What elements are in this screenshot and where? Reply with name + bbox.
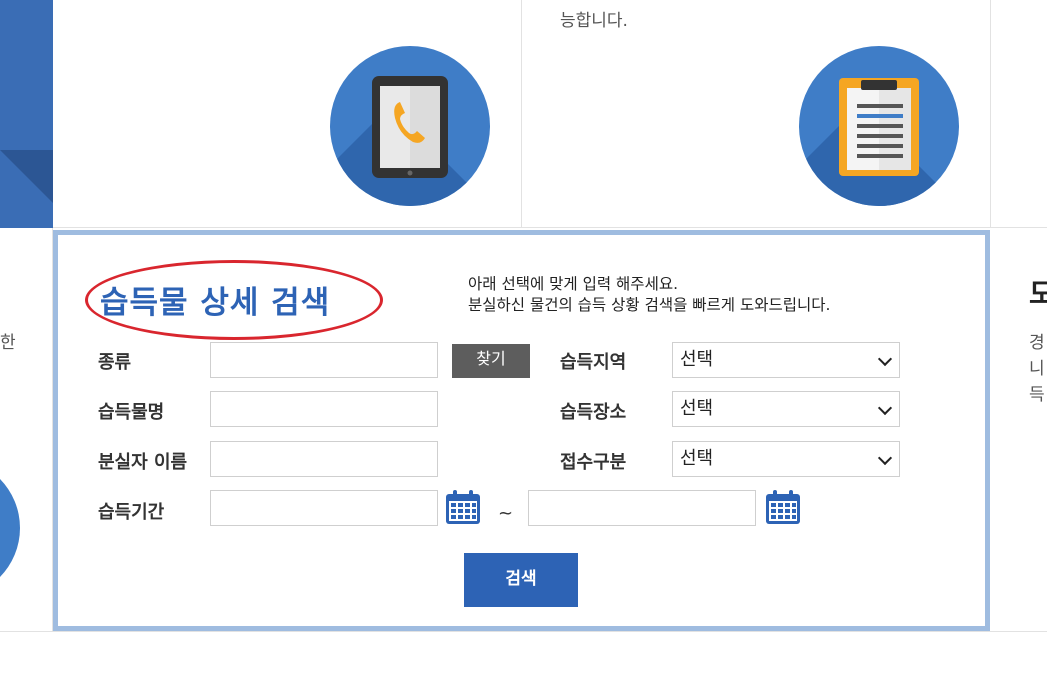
circle-icon-fragment bbox=[0, 458, 20, 598]
search-title: 습득물 상세 검색 bbox=[100, 285, 331, 321]
service-card-partial bbox=[991, 0, 1047, 228]
right-fragment-line: 경 bbox=[1029, 333, 1045, 353]
region-label: 습득지역 bbox=[560, 352, 627, 373]
place-select[interactable]: 선택 bbox=[672, 391, 900, 427]
search-button[interactable]: 검색 bbox=[464, 553, 578, 607]
chevron-down-icon bbox=[877, 400, 893, 416]
right-card-fragment: 도 경 니 득 bbox=[991, 228, 1047, 632]
category-label: 접수구분 bbox=[560, 452, 627, 473]
tablet-phone-icon bbox=[330, 46, 490, 206]
period-end-input[interactable] bbox=[528, 490, 756, 526]
category-select[interactable]: 선택 bbox=[672, 441, 900, 477]
owner-name-input[interactable] bbox=[210, 441, 438, 477]
right-fragment-title: 도 bbox=[1029, 277, 1047, 310]
card-description-text: 능합니다. bbox=[560, 11, 628, 31]
chevron-down-icon bbox=[877, 450, 893, 466]
period-label: 습득기간 bbox=[98, 502, 165, 523]
description-line-2: 분실하신 물건의 습득 상황 검색을 빠르게 도와드립니다. bbox=[468, 296, 831, 314]
region-select[interactable]: 선택 bbox=[672, 342, 900, 378]
find-button[interactable]: 찾기 bbox=[452, 344, 530, 378]
right-fragment-line: 니 bbox=[1029, 359, 1045, 379]
calendar-icon[interactable] bbox=[445, 489, 481, 525]
left-banner-edge bbox=[0, 0, 53, 228]
region-select-value: 선택 bbox=[680, 349, 714, 370]
item-name-input[interactable] bbox=[210, 391, 438, 427]
category-select-value: 선택 bbox=[680, 448, 714, 469]
owner-name-label: 분실자 이름 bbox=[98, 452, 188, 473]
type-input[interactable] bbox=[210, 342, 438, 378]
service-card-clipboard[interactable]: 능합니다. bbox=[522, 0, 991, 228]
place-label: 습득장소 bbox=[560, 402, 627, 423]
right-fragment-line: 득 bbox=[1029, 385, 1045, 405]
clipboard-icon bbox=[799, 46, 959, 206]
type-label: 종류 bbox=[98, 352, 132, 373]
calendar-icon[interactable] bbox=[765, 489, 801, 525]
period-start-input[interactable] bbox=[210, 490, 438, 526]
divider-line bbox=[0, 631, 1047, 632]
service-card-phone[interactable] bbox=[53, 0, 522, 228]
chevron-down-icon bbox=[877, 351, 893, 367]
item-name-label: 습득물명 bbox=[98, 402, 165, 423]
place-select-value: 선택 bbox=[680, 398, 714, 419]
search-description: 아래 선택에 맞게 입력 해주세요. 분실하신 물건의 습득 상황 검색을 빠르… bbox=[468, 274, 830, 316]
left-card-fragment: 한 bbox=[0, 228, 53, 632]
left-fragment-text: 한 bbox=[0, 333, 16, 353]
range-separator: ~ bbox=[498, 503, 514, 524]
found-item-search-panel: 습득물 상세 검색 아래 선택에 맞게 입력 해주세요. 분실하신 물건의 습득… bbox=[53, 230, 990, 631]
description-line-1: 아래 선택에 맞게 입력 해주세요. bbox=[468, 275, 679, 293]
